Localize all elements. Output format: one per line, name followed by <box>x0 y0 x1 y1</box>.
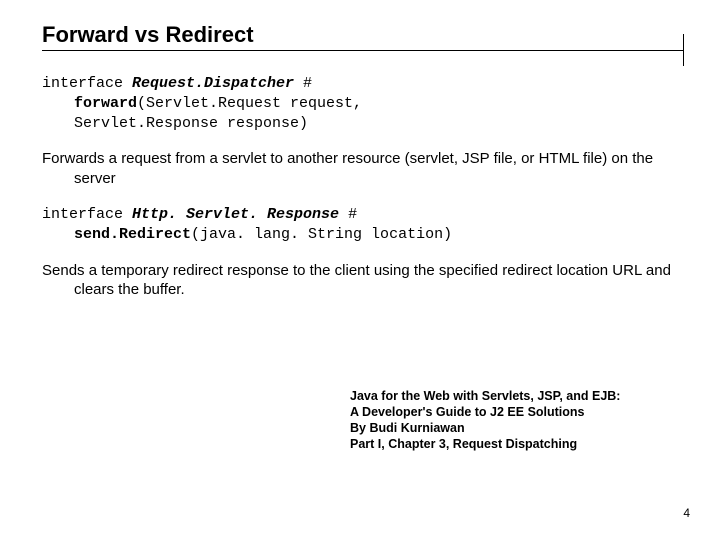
signature-redirect: interface Http. Servlet. Response # send… <box>42 205 678 245</box>
params: (Servlet.Request request, <box>137 95 362 112</box>
reference-block: Java for the Web with Servlets, JSP, and… <box>350 388 680 452</box>
type-request-dispatcher: Request.Dispatcher <box>132 75 294 92</box>
ref-line: A Developer's Guide to J2 EE Solutions <box>350 404 680 420</box>
type-http-servlet-response: Http. Servlet. Response <box>132 206 339 223</box>
code-line: Servlet.Response response) <box>42 114 678 134</box>
desc-redirect: Sends a temporary redirect response to t… <box>42 261 678 301</box>
title-tick <box>683 34 684 66</box>
code-line: send.Redirect(java. lang. String locatio… <box>42 225 678 245</box>
params: (java. lang. String location) <box>191 226 452 243</box>
desc-forward: Forwards a request from a servlet to ano… <box>42 149 678 189</box>
page-number: 4 <box>683 506 690 520</box>
title-wrap: Forward vs Redirect <box>42 18 678 56</box>
kw-interface: interface <box>42 206 132 223</box>
code-line: interface Http. Servlet. Response # <box>42 205 678 225</box>
title-underline <box>42 50 684 51</box>
ref-line: By Budi Kurniawan <box>350 420 680 436</box>
ref-line: Java for the Web with Servlets, JSP, and… <box>350 388 680 404</box>
kw-interface: interface <box>42 75 132 92</box>
ref-line: Part I, Chapter 3, Request Dispatching <box>350 436 680 452</box>
method-send-redirect: send.Redirect <box>74 226 191 243</box>
method-forward: forward <box>74 95 137 112</box>
hash: # <box>294 75 312 92</box>
code-line: interface Request.Dispatcher # <box>42 74 678 94</box>
slide: Forward vs Redirect interface Request.Di… <box>0 0 720 300</box>
code-line: forward(Servlet.Request request, <box>42 94 678 114</box>
signature-forward: interface Request.Dispatcher # forward(S… <box>42 74 678 133</box>
hash: # <box>339 206 357 223</box>
